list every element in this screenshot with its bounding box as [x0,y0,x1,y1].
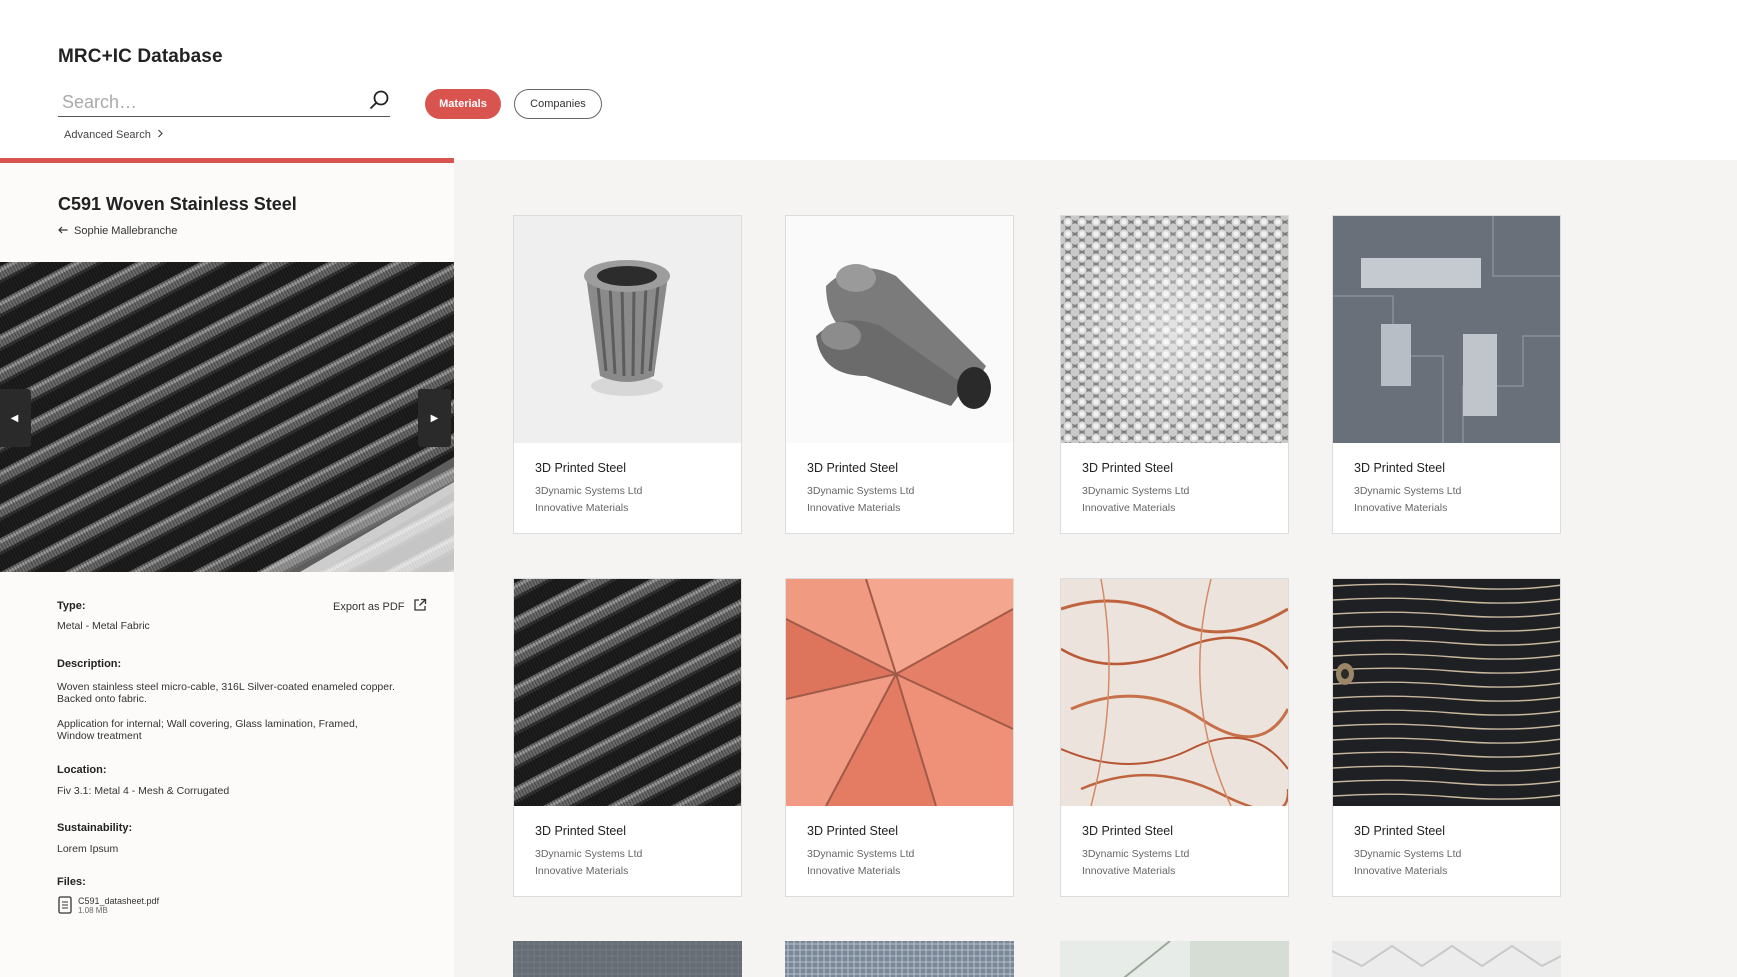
material-card[interactable]: 3D Printed Steel 3Dynamic Systems Ltd In… [1332,215,1561,534]
card-category: Innovative Materials [1082,502,1176,514]
card-company: 3Dynamic Systems Ltd [807,848,915,860]
card-company: 3Dynamic Systems Ltd [535,848,643,860]
location-label: Location: [57,764,107,776]
advanced-search-link[interactable]: Advanced Search [64,129,164,141]
description-text-1: Woven stainless steel micro-cable, 316L … [57,681,395,705]
export-pdf-link[interactable]: Export as PDF [333,598,427,615]
active-indicator-bar [0,158,454,163]
file-download[interactable]: C591_datasheet.pdf 1.08 MB [58,896,159,919]
material-card-partial[interactable] [513,941,742,977]
material-card[interactable]: 3D Printed Steel 3Dynamic Systems Ltd In… [785,215,1014,534]
material-hero-image [0,262,454,572]
external-link-icon [413,598,427,615]
companies-filter-button[interactable]: Companies [514,89,602,119]
description-text-2: Application for internal; Wall covering,… [57,718,358,742]
material-card[interactable]: 3D Printed Steel 3Dynamic Systems Ltd In… [1332,578,1561,897]
material-card-partial[interactable] [785,941,1014,977]
back-link-label: Sophie Mallebranche [74,225,178,237]
card-image [1061,579,1288,806]
card-title: 3D Printed Steel [807,461,899,475]
material-card[interactable]: 3D Printed Steel 3Dynamic Systems Ltd In… [785,578,1014,897]
card-title: 3D Printed Steel [1354,824,1446,838]
search-input[interactable] [62,90,352,114]
card-title: 3D Printed Steel [807,824,899,838]
gallery-prev-button[interactable]: ◀ [0,389,31,447]
card-company: 3Dynamic Systems Ltd [1354,485,1462,497]
material-card-partial[interactable] [1060,941,1289,977]
card-category: Innovative Materials [1354,865,1448,877]
file-name: C591_datasheet.pdf [78,896,160,906]
sustainability-value: Lorem Ipsum [57,843,119,855]
card-image [786,579,1013,806]
search-icon[interactable] [368,89,390,111]
material-card[interactable]: 3D Printed Steel 3Dynamic Systems Ltd In… [513,215,742,534]
description-label: Description: [57,658,122,670]
advanced-search-label: Advanced Search [64,129,151,141]
back-link[interactable]: Sophie Mallebranche [58,225,177,237]
card-category: Innovative Materials [535,502,629,514]
card-category: Innovative Materials [535,865,629,877]
card-image [1061,216,1288,443]
document-icon [58,896,72,919]
location-value: Fiv 3.1: Metal 4 - Mesh & Corrugated [57,785,230,797]
type-label: Type: [57,600,86,612]
card-title: 3D Printed Steel [535,824,627,838]
card-image [1333,216,1560,443]
card-image [1333,579,1560,806]
material-card[interactable]: 3D Printed Steel 3Dynamic Systems Ltd In… [1060,578,1289,897]
material-card-partial[interactable] [1332,941,1561,977]
app-title: MRC+IC Database [58,46,223,67]
triangle-left-icon: ◀ [10,412,19,424]
sustainability-label: Sustainability: [57,822,133,834]
triangle-right-icon: ▶ [430,412,439,424]
card-category: Innovative Materials [1354,502,1448,514]
header: MRC+IC Database Advanced Search Material… [0,0,1737,160]
card-title: 3D Printed Steel [1082,461,1174,475]
card-company: 3Dynamic Systems Ltd [1082,848,1190,860]
card-category: Innovative Materials [807,865,901,877]
gallery-next-button[interactable]: ▶ [418,389,451,447]
card-company: 3Dynamic Systems Ltd [535,485,643,497]
export-pdf-label: Export as PDF [333,600,405,613]
card-title: 3D Printed Steel [535,461,627,475]
file-size: 1.08 MB [78,906,108,915]
card-image [514,579,741,806]
material-card[interactable]: 3D Printed Steel 3Dynamic Systems Ltd In… [1060,215,1289,534]
card-image [514,216,741,443]
card-company: 3Dynamic Systems Ltd [807,485,915,497]
card-title: 3D Printed Steel [1082,824,1174,838]
materials-filter-button[interactable]: Materials [425,89,501,119]
material-title: C591 Woven Stainless Steel [58,194,297,214]
material-card[interactable]: 3D Printed Steel 3Dynamic Systems Ltd In… [513,578,742,897]
card-title: 3D Printed Steel [1354,461,1446,475]
arrow-left-icon [58,225,68,237]
type-value: Metal - Metal Fabric [57,620,150,632]
files-label: Files: [57,876,86,888]
card-category: Innovative Materials [1082,865,1176,877]
search-box [58,86,390,117]
card-image [786,216,1013,443]
card-company: 3Dynamic Systems Ltd [1354,848,1462,860]
card-category: Innovative Materials [807,502,901,514]
chevron-right-icon [157,129,164,141]
card-company: 3Dynamic Systems Ltd [1082,485,1190,497]
results-grid: 3D Printed Steel 3Dynamic Systems Ltd In… [454,160,1737,977]
